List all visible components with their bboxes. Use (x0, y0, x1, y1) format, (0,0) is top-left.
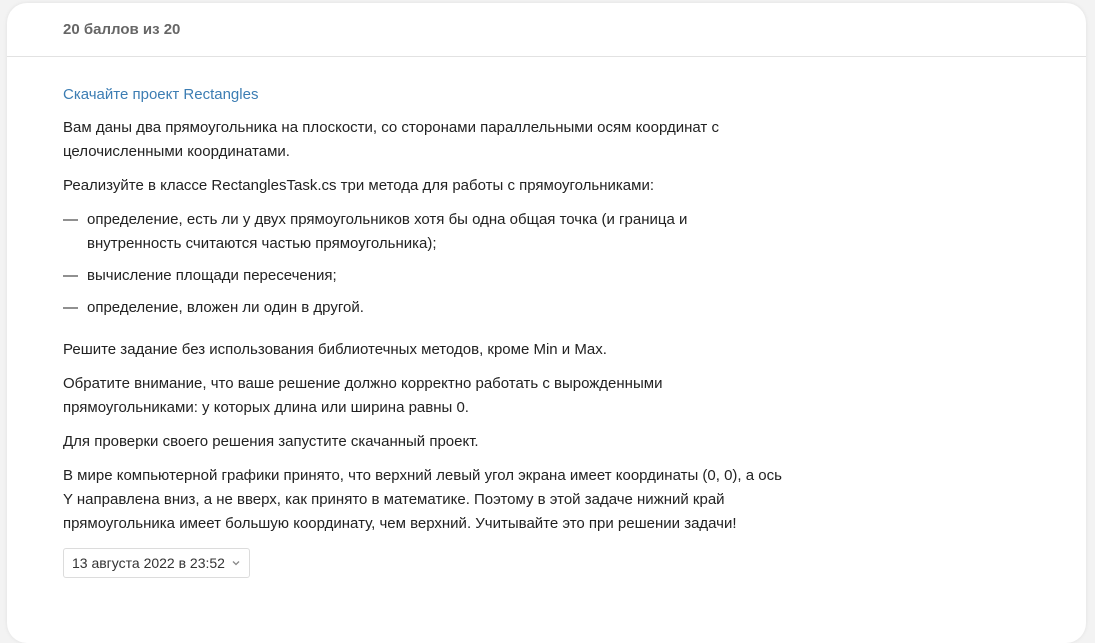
task-content: Скачайте проект Rectangles Вам даны два … (7, 57, 783, 578)
card-header: 20 баллов из 20 (7, 3, 1086, 57)
list-item-text: определение, вложен ли один в другой. (87, 299, 364, 316)
task-card: 20 баллов из 20 Скачайте проект Rectangl… (7, 3, 1086, 643)
methods-list: — определение, есть ли у двух прямоуголь… (63, 208, 783, 320)
list-marker: — (63, 299, 78, 316)
task-paragraph: Вам даны два прямоугольника на плоскости… (63, 119, 719, 160)
chevron-down-icon (232, 561, 240, 566)
list-marker: — (63, 267, 78, 284)
list-item: — определение, вложен ли один в другой. (63, 296, 783, 320)
task-paragraph: Для проверки своего решения запустите ск… (63, 433, 479, 450)
task-paragraph: Реализуйте в классе RectanglesTask.cs тр… (63, 177, 654, 194)
score-label: 20 баллов из 20 (63, 21, 181, 38)
list-item: — вычисление площади пересечения; (63, 264, 783, 288)
list-item-text: вычисление площади пересечения; (87, 267, 337, 284)
list-item-text: определение, есть ли у двух прямоугольни… (87, 211, 688, 252)
list-marker: — (63, 211, 78, 228)
task-paragraph: В мире компьютерной графики принято, что… (63, 467, 782, 532)
submission-date-label: 13 августа 2022 в 23:52 (72, 555, 225, 571)
task-paragraph: Решите задание без использования библиот… (63, 341, 607, 358)
submission-date-dropdown[interactable]: 13 августа 2022 в 23:52 (63, 548, 250, 578)
task-paragraph: Обратите внимание, что ваше решение долж… (63, 375, 663, 416)
download-project-link[interactable]: Скачайте проект Rectangles (63, 83, 258, 107)
list-item: — определение, есть ли у двух прямоуголь… (63, 208, 783, 256)
